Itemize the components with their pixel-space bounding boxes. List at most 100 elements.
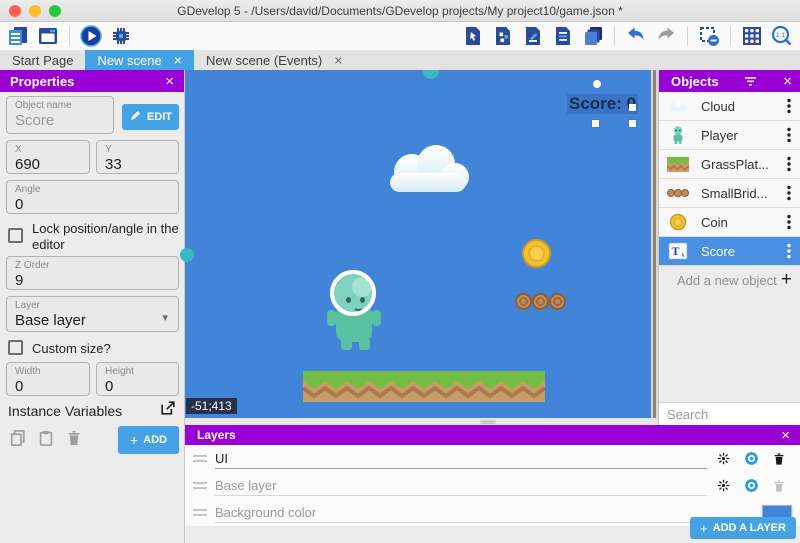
object-menu-icon[interactable] xyxy=(782,213,796,231)
player-leg xyxy=(341,338,352,350)
zoom-original-icon[interactable]: 1:1 xyxy=(769,23,795,49)
redo-icon[interactable] xyxy=(653,23,679,49)
delete-layer-icon[interactable] xyxy=(767,475,791,497)
layer-name-input[interactable] xyxy=(215,449,707,469)
layer-effects-icon[interactable] xyxy=(711,448,735,470)
objects-editor-icon[interactable] xyxy=(460,23,486,49)
trash-icon[interactable] xyxy=(64,428,84,453)
delete-layer-icon[interactable] xyxy=(767,448,791,470)
close-tab-icon[interactable]: × xyxy=(174,53,182,67)
lock-position-checkbox[interactable] xyxy=(8,228,23,243)
object-row-cloud[interactable]: Cloud xyxy=(659,92,800,121)
scene-canvas[interactable]: Score: 0 xyxy=(185,70,658,418)
resize-handle[interactable] xyxy=(592,120,599,127)
grass-platform-object[interactable] xyxy=(303,371,545,407)
open-in-new-icon[interactable] xyxy=(158,398,178,423)
layer-row-ui xyxy=(185,445,800,472)
divider-grip[interactable] xyxy=(480,420,496,424)
custom-size-checkbox[interactable] xyxy=(8,340,23,355)
tab-label: Start Page xyxy=(12,53,73,68)
layer-row-base xyxy=(185,472,800,499)
drag-handle-icon[interactable] xyxy=(193,509,207,516)
panel-resize-handle-left[interactable] xyxy=(180,248,194,262)
width-field[interactable]: Width 0 xyxy=(6,362,90,396)
close-panel-icon[interactable]: × xyxy=(165,74,174,89)
resize-handle[interactable] xyxy=(629,104,636,111)
close-window-button[interactable] xyxy=(9,5,21,17)
undo-icon[interactable] xyxy=(623,23,649,49)
add-layer-button[interactable]: + ADD A LAYER xyxy=(690,517,796,539)
add-variable-button[interactable]: + ADD xyxy=(118,426,179,454)
play-preview-icon[interactable] xyxy=(78,23,104,49)
tab-new-scene[interactable]: New scene × xyxy=(85,50,194,70)
add-object-row[interactable]: Add a new object + xyxy=(659,266,800,294)
grid-icon[interactable] xyxy=(739,23,765,49)
paste-icon[interactable] xyxy=(36,428,56,453)
cloud-thumbnail-icon xyxy=(665,95,691,117)
object-groups-icon[interactable] xyxy=(490,23,516,49)
layer-effects-icon[interactable] xyxy=(711,475,735,497)
rotate-handle[interactable] xyxy=(593,80,601,88)
delete-instances-icon[interactable] xyxy=(696,23,722,49)
score-text-object[interactable]: Score: 0 xyxy=(567,94,638,114)
tab-new-scene-events[interactable]: New scene (Events) × xyxy=(194,50,355,70)
object-row-player[interactable]: Player xyxy=(659,121,800,150)
layer-name-input[interactable] xyxy=(215,503,707,523)
scrollbar-thumb[interactable] xyxy=(653,70,656,418)
object-row-grassplatform[interactable]: GrassPlat... xyxy=(659,150,800,179)
properties-panel-icon[interactable] xyxy=(520,23,546,49)
object-menu-icon[interactable] xyxy=(782,242,796,260)
objects-search-bar xyxy=(659,402,800,425)
height-field[interactable]: Height 0 xyxy=(96,362,179,396)
filter-icon[interactable] xyxy=(743,74,758,89)
object-menu-icon[interactable] xyxy=(782,97,796,115)
player-object[interactable] xyxy=(326,270,388,350)
drag-handle-icon[interactable] xyxy=(193,482,207,489)
close-panel-icon[interactable]: × xyxy=(783,74,792,89)
close-panel-icon[interactable]: × xyxy=(781,428,790,443)
edit-button-label: EDIT xyxy=(147,111,172,123)
object-menu-icon[interactable] xyxy=(782,126,796,144)
resize-handle[interactable] xyxy=(629,120,636,127)
minimize-window-button[interactable] xyxy=(29,5,41,17)
close-tab-icon[interactable]: × xyxy=(334,53,342,67)
tab-start-page[interactable]: Start Page xyxy=(0,50,85,70)
object-row-smallbridge[interactable]: SmallBrid... xyxy=(659,179,800,208)
y-field[interactable]: Y 33 xyxy=(96,140,179,174)
object-row-score[interactable]: Tx Score xyxy=(659,237,800,266)
copy-icon[interactable] xyxy=(8,428,28,453)
angle-field[interactable]: Angle 0 xyxy=(6,180,179,214)
edit-object-button[interactable]: EDIT xyxy=(122,104,179,130)
coin-object[interactable] xyxy=(522,239,551,268)
layer-select[interactable]: Layer Base layer ▾ xyxy=(6,296,179,332)
object-row-coin[interactable]: Coin xyxy=(659,208,800,237)
drag-handle-icon[interactable] xyxy=(193,455,207,462)
small-bridge-object[interactable] xyxy=(515,293,532,310)
debug-icon[interactable] xyxy=(108,23,134,49)
coin-thumbnail-icon xyxy=(665,211,691,233)
chevron-down-icon: ▾ xyxy=(162,311,168,324)
layer-value: Base layer xyxy=(15,312,170,329)
layer-name-input[interactable] xyxy=(215,476,707,496)
text-object-thumbnail-icon: Tx xyxy=(665,240,691,262)
instances-list-icon[interactable] xyxy=(550,23,576,49)
scene-window-icon[interactable] xyxy=(35,23,61,49)
layers-editor-icon[interactable] xyxy=(580,23,606,49)
small-bridge-object[interactable] xyxy=(532,293,549,310)
height-value: 0 xyxy=(105,378,170,395)
maximize-window-button[interactable] xyxy=(49,5,61,17)
object-name: Score xyxy=(701,244,735,259)
toolbar-separator xyxy=(69,26,70,46)
canvas-vertical-scrollbar[interactable] xyxy=(651,70,658,418)
search-input[interactable] xyxy=(667,407,800,422)
z-order-field[interactable]: Z Order 9 xyxy=(6,256,179,290)
x-field[interactable]: X 690 xyxy=(6,140,90,174)
project-manager-icon[interactable] xyxy=(5,23,31,49)
object-menu-icon[interactable] xyxy=(782,155,796,173)
object-menu-icon[interactable] xyxy=(782,184,796,202)
toolbar-separator xyxy=(730,26,731,46)
layer-visibility-icon[interactable] xyxy=(739,475,763,497)
cloud-object[interactable] xyxy=(378,140,478,202)
small-bridge-object[interactable] xyxy=(549,293,566,310)
layer-visibility-icon[interactable] xyxy=(739,448,763,470)
